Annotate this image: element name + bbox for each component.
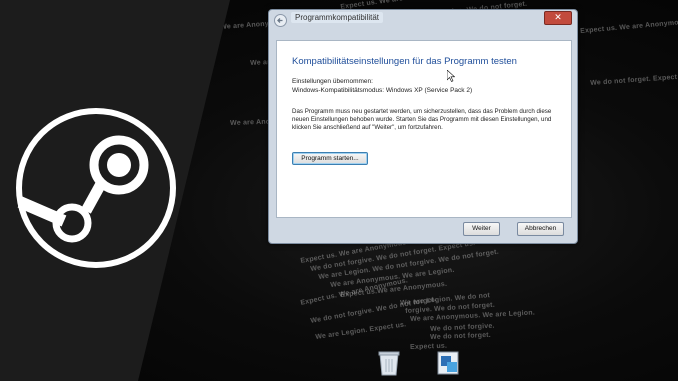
- compatibility-dialog: Programmkompatibilität ✕ Kompatibilitäts…: [268, 9, 578, 244]
- start-program-button[interactable]: Programm starten...: [292, 152, 368, 165]
- dialog-title: Programmkompatibilität: [291, 12, 384, 23]
- settings-label: Einstellungen übernommen:: [292, 78, 373, 85]
- background-text-line: We do not forget. Expect us.: [590, 73, 678, 87]
- dialog-titlebar: Programmkompatibilität ✕: [269, 10, 577, 36]
- close-icon: ✕: [554, 12, 562, 22]
- back-arrow-icon[interactable]: [274, 14, 287, 27]
- background-text-line: Expect us. We are Anonymous.: [580, 18, 678, 35]
- close-button[interactable]: ✕: [544, 11, 572, 25]
- dialog-content: Kompatibilitätseinstellungen für das Pro…: [276, 40, 572, 218]
- next-button[interactable]: Weiter: [463, 222, 500, 236]
- description-text: Das Programm muss neu gestartet werden, …: [292, 108, 552, 131]
- background-text-line: We do not forget.: [430, 331, 492, 341]
- background-text-line: We are Legion. Expect us.: [315, 321, 407, 341]
- application-icon[interactable]: [436, 350, 460, 376]
- dialog-heading: Kompatibilitätseinstellungen für das Pro…: [292, 56, 517, 67]
- settings-value: Windows-Kompatibilitätsmodus: Windows XP…: [292, 87, 473, 94]
- steam-logo-icon: [16, 108, 176, 268]
- dialog-footer: Weiter Abbrechen: [276, 217, 570, 239]
- mouse-cursor-icon: [447, 70, 455, 82]
- recycle-bin-icon[interactable]: [377, 349, 401, 377]
- cancel-button[interactable]: Abbrechen: [517, 222, 564, 236]
